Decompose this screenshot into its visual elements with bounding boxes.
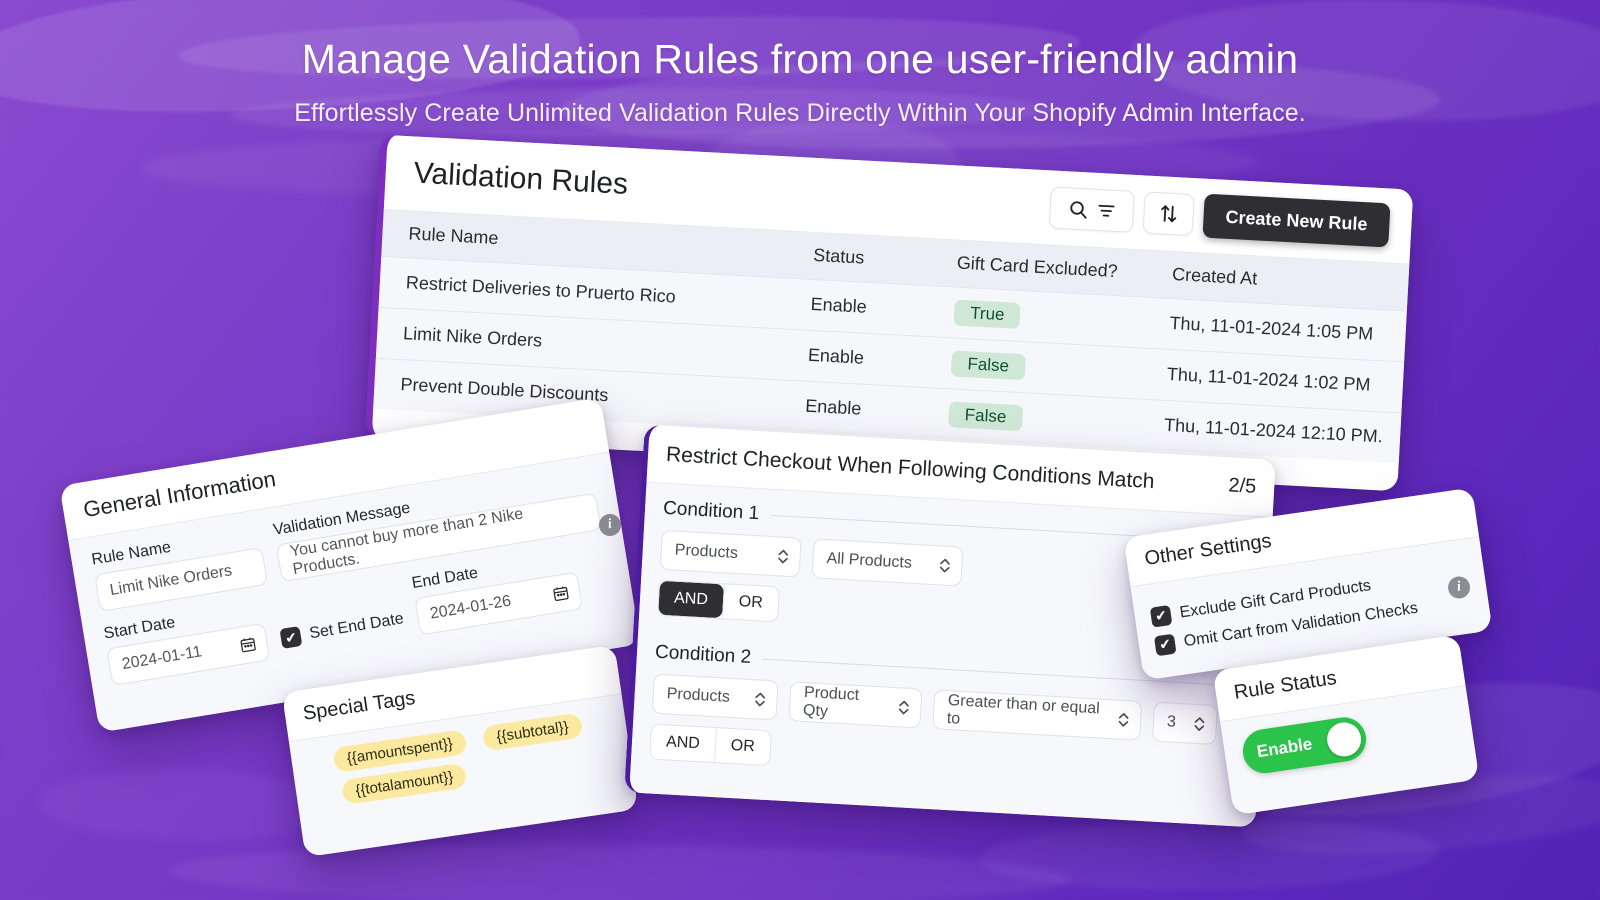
page-title: Manage Validation Rules from one user-fr… bbox=[301, 36, 1299, 82]
validation-rules-actions: Create New Rule bbox=[1048, 185, 1391, 248]
status-badge: False bbox=[948, 400, 1023, 431]
condition-1-value-select[interactable]: All Products bbox=[811, 538, 964, 587]
chevron-updown-icon bbox=[1116, 709, 1130, 730]
sort-arrows-icon bbox=[1157, 202, 1180, 225]
chevron-updown-icon bbox=[753, 689, 767, 710]
special-tag[interactable]: {{subtotal}} bbox=[481, 712, 584, 752]
select-value: Products bbox=[674, 541, 739, 563]
special-tags-title: Special Tags bbox=[301, 686, 417, 725]
chevron-updown-icon bbox=[776, 546, 790, 567]
filter-icon bbox=[1096, 200, 1116, 220]
condition-1-or-option[interactable]: OR bbox=[721, 584, 779, 622]
search-filter-button[interactable] bbox=[1048, 186, 1135, 233]
cell-status: Enable bbox=[803, 380, 951, 439]
condition-1-and-option[interactable]: AND bbox=[658, 580, 724, 619]
sort-button[interactable] bbox=[1142, 191, 1195, 237]
search-icon bbox=[1067, 198, 1089, 220]
select-value: Greater than or equal to bbox=[946, 692, 1101, 728]
condition-2-operator-select[interactable]: Greater than or equal to bbox=[932, 689, 1143, 741]
cell-status: Enable bbox=[806, 329, 953, 389]
step-indicator: 2/5 bbox=[1227, 474, 1257, 498]
other-settings-title: Other Settings bbox=[1143, 529, 1273, 570]
create-new-rule-button[interactable]: Create New Rule bbox=[1202, 193, 1391, 248]
start-date-value: 2024-01-11 bbox=[120, 643, 204, 674]
status-badge: False bbox=[950, 349, 1026, 380]
condition-2-label: Condition 2 bbox=[654, 641, 752, 668]
calendar-icon bbox=[238, 635, 258, 655]
select-value: Product Qty bbox=[802, 683, 860, 721]
page-subtitle: Effortlessly Create Unlimited Validation… bbox=[294, 99, 1306, 127]
select-value: Products bbox=[666, 685, 731, 706]
cell-status: Enable bbox=[809, 278, 956, 338]
condition-2-logic-toggle[interactable]: AND OR bbox=[649, 723, 772, 767]
calendar-icon bbox=[551, 584, 571, 604]
cell-gift-card: False bbox=[947, 388, 1166, 451]
condition-2-or-option[interactable]: OR bbox=[713, 728, 771, 766]
exclude-gift-card-checkbox[interactable]: ✔ bbox=[1149, 604, 1173, 628]
set-end-date-label: Set End Date bbox=[308, 610, 405, 643]
set-end-date-checkbox-row[interactable]: ✔ Set End Date bbox=[279, 609, 406, 658]
condition-1-field-select[interactable]: Products bbox=[659, 529, 802, 578]
brush-stroke-decoration bbox=[169, 840, 1071, 900]
select-value: 3 bbox=[1166, 713, 1177, 731]
chevron-updown-icon bbox=[938, 555, 952, 576]
rule-status-toggle[interactable]: Enable bbox=[1239, 714, 1370, 777]
rule-status-title: Rule Status bbox=[1232, 667, 1339, 704]
toggle-knob[interactable] bbox=[1324, 720, 1364, 759]
end-date-value: 2024-01-26 bbox=[428, 592, 513, 623]
chevron-updown-icon bbox=[897, 697, 911, 718]
condition-1-label: Condition 1 bbox=[662, 497, 760, 525]
omit-cart-checkbox[interactable]: ✔ bbox=[1153, 633, 1177, 656]
brush-stroke-decoration bbox=[979, 815, 1441, 895]
status-badge: True bbox=[953, 298, 1022, 329]
chevron-updown-icon bbox=[1192, 714, 1206, 735]
column-header-status[interactable]: Status bbox=[812, 232, 959, 287]
select-value: All Products bbox=[826, 550, 913, 572]
condition-2-quantity-stepper[interactable]: 3 bbox=[1151, 701, 1219, 746]
condition-2-and-option[interactable]: AND bbox=[650, 724, 716, 763]
set-end-date-checkbox[interactable]: ✔ bbox=[279, 626, 303, 649]
condition-1-logic-toggle[interactable]: AND OR bbox=[657, 579, 780, 623]
condition-2-attribute-select[interactable]: Product Qty bbox=[788, 681, 923, 729]
other-settings-info-icon[interactable]: i bbox=[1446, 575, 1472, 600]
validation-rules-title: Validation Rules bbox=[412, 156, 629, 201]
rule-status-toggle-label: Enable bbox=[1255, 734, 1314, 762]
condition-2-field-select[interactable]: Products bbox=[651, 673, 779, 721]
conditions-title: Restrict Checkout When Following Conditi… bbox=[665, 442, 1156, 493]
